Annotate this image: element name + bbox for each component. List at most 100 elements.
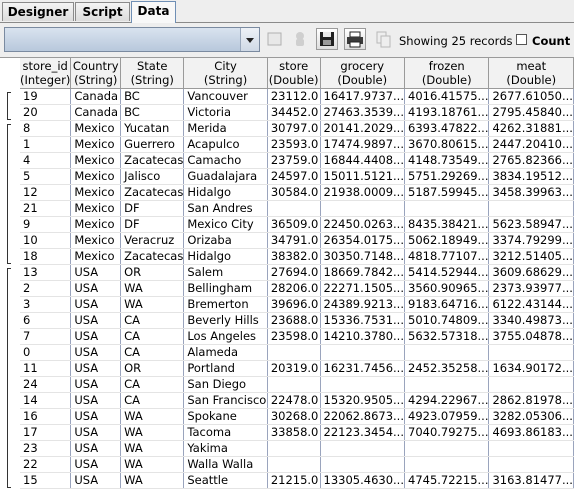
table-cell[interactable]: 20319.0 (267, 360, 321, 377)
table-row[interactable]: 2 USA WA Bellingham 28206.0 22271.1505... 3560… (20, 280, 574, 297)
save-icon[interactable] (316, 28, 338, 50)
table-cell[interactable]: 23759.0 (267, 152, 321, 169)
table-cell[interactable]: 20141.2029... (320, 120, 406, 137)
table-cell[interactable]: 15011.5121... (320, 168, 406, 185)
table-cell[interactable]: 13305.4630... (320, 472, 406, 489)
table-row[interactable]: 0 USA CA Alameda (20, 344, 574, 361)
table-cell[interactable]: OR (120, 264, 185, 281)
table-row[interactable]: 5 Mexico Jalisco Guadalajara 24597.0 15011.51… (20, 168, 574, 185)
table-cell[interactable]: 2795.45840... (488, 104, 574, 121)
table-cell[interactable]: Alameda (183, 344, 268, 361)
table-cell[interactable] (267, 200, 321, 217)
table-cell[interactable]: 3163.81477... (488, 472, 574, 489)
table-cell[interactable]: Guerrero (120, 136, 185, 153)
table-row[interactable]: 24 USA CA San Diego (20, 376, 574, 393)
table-cell[interactable] (320, 200, 406, 217)
table-cell[interactable]: 12 (20, 184, 72, 201)
table-cell[interactable]: 24389.9213... (320, 296, 406, 313)
table-cell[interactable]: OR (120, 360, 185, 377)
table-cell[interactable]: USA (70, 344, 122, 361)
table-row[interactable]: 23 USA WA Yakima (20, 440, 574, 457)
table-cell[interactable]: Canada (70, 104, 122, 121)
table-cell[interactable]: 3374.79299... (488, 232, 574, 249)
table-cell[interactable]: Camacho (183, 152, 268, 169)
table-cell[interactable] (320, 344, 406, 361)
table-cell[interactable] (320, 440, 406, 457)
table-cell[interactable]: 2 (20, 280, 72, 297)
table-cell[interactable] (488, 440, 574, 457)
table-cell[interactable]: WA (120, 472, 185, 489)
table-cell[interactable]: 38382.0 (267, 248, 321, 265)
table-row[interactable]: 10 Mexico Veracruz Orizaba 34791.0 26354.0175… (20, 232, 574, 249)
table-cell[interactable] (404, 200, 490, 217)
table-cell[interactable]: 22450.0263... (320, 216, 406, 233)
table-cell[interactable]: 14 (20, 392, 72, 409)
table-row[interactable]: 7 USA CA Los Angeles 23598.0 14210.3780... 563… (20, 328, 574, 345)
table-cell[interactable]: 15336.7531... (320, 312, 406, 329)
table-cell[interactable]: WA (120, 296, 185, 313)
query-combo[interactable] (4, 27, 260, 52)
table-cell[interactable]: WA (120, 424, 185, 441)
table-cell[interactable]: 4 (20, 152, 72, 169)
table-cell[interactable]: 2452.35258... (404, 360, 490, 377)
column-header-2[interactable]: State (String) (120, 58, 185, 89)
table-cell[interactable]: Tacoma (183, 424, 268, 441)
table-cell[interactable]: 22062.8673... (320, 408, 406, 425)
table-cell[interactable] (488, 376, 574, 393)
table-cell[interactable]: USA (70, 296, 122, 313)
table-cell[interactable]: 3212.51405... (488, 248, 574, 265)
column-header-6[interactable]: frozen (Double) (404, 58, 490, 89)
table-cell[interactable]: 6122.43144... (488, 296, 574, 313)
table-cell[interactable]: 28206.0 (267, 280, 321, 297)
table-cell[interactable]: 5010.74809... (404, 312, 490, 329)
table-cell[interactable]: 30584.0 (267, 184, 321, 201)
table-cell[interactable]: 5623.58947... (488, 216, 574, 233)
table-cell[interactable]: DF (120, 216, 185, 233)
table-cell[interactable]: USA (70, 312, 122, 329)
table-cell[interactable]: Salem (183, 264, 268, 281)
table-cell[interactable]: 9 (20, 216, 72, 233)
table-cell[interactable]: 34791.0 (267, 232, 321, 249)
table-cell[interactable]: 23688.0 (267, 312, 321, 329)
table-cell[interactable]: BC (120, 88, 185, 105)
table-cell[interactable]: WA (120, 456, 185, 473)
table-cell[interactable]: BC (120, 104, 185, 121)
table-cell[interactable]: 4693.86183... (488, 424, 574, 441)
table-cell[interactable]: 22 (20, 456, 72, 473)
table-cell[interactable]: 16231.7456... (320, 360, 406, 377)
table-cell[interactable]: Los Angeles (183, 328, 268, 345)
table-cell[interactable] (267, 440, 321, 457)
table-cell[interactable] (267, 456, 321, 473)
table-cell[interactable]: 3282.05306... (488, 408, 574, 425)
table-row[interactable]: 4 Mexico Zacatecas Camacho 23759.0 16844.4408… (20, 152, 574, 169)
table-cell[interactable]: Yakima (183, 440, 268, 457)
table-cell[interactable] (267, 376, 321, 393)
table-cell[interactable]: USA (70, 392, 122, 409)
copy-icon[interactable] (372, 28, 394, 50)
table-cell[interactable]: San Diego (183, 376, 268, 393)
tab-data[interactable]: Data (131, 1, 176, 23)
table-cell[interactable]: 23112.0 (267, 88, 321, 105)
table-cell[interactable]: Canada (70, 88, 122, 105)
table-cell[interactable]: 13 (20, 264, 72, 281)
table-cell[interactable]: 3834.19512... (488, 168, 574, 185)
table-cell[interactable]: Guadalajara (183, 168, 268, 185)
table-cell[interactable]: WA (120, 440, 185, 457)
table-row[interactable]: 20 Canada BC Victoria 34452.0 27463.3539... 41… (20, 104, 574, 121)
table-cell[interactable]: USA (70, 328, 122, 345)
table-cell[interactable]: 15320.9505... (320, 392, 406, 409)
table-cell[interactable]: 10 (20, 232, 72, 249)
table-cell[interactable]: USA (70, 360, 122, 377)
table-cell[interactable]: 21 (20, 200, 72, 217)
table-cell[interactable]: 2765.82366... (488, 152, 574, 169)
table-cell[interactable]: Hidalgo (183, 184, 268, 201)
table-row[interactable]: 13 USA OR Salem 27694.0 18669.7842... 5414.529… (20, 264, 574, 281)
square-icon[interactable] (264, 28, 286, 50)
column-header-3[interactable]: City (String) (183, 58, 268, 89)
table-row[interactable]: 18 Mexico Zacatecas Hidalgo 38382.0 30350.714… (20, 248, 574, 265)
table-cell[interactable]: 5187.59945... (404, 184, 490, 201)
table-cell[interactable]: Hidalgo (183, 248, 268, 265)
table-cell[interactable]: 1 (20, 136, 72, 153)
table-cell[interactable]: USA (70, 408, 122, 425)
table-cell[interactable]: 20 (20, 104, 72, 121)
